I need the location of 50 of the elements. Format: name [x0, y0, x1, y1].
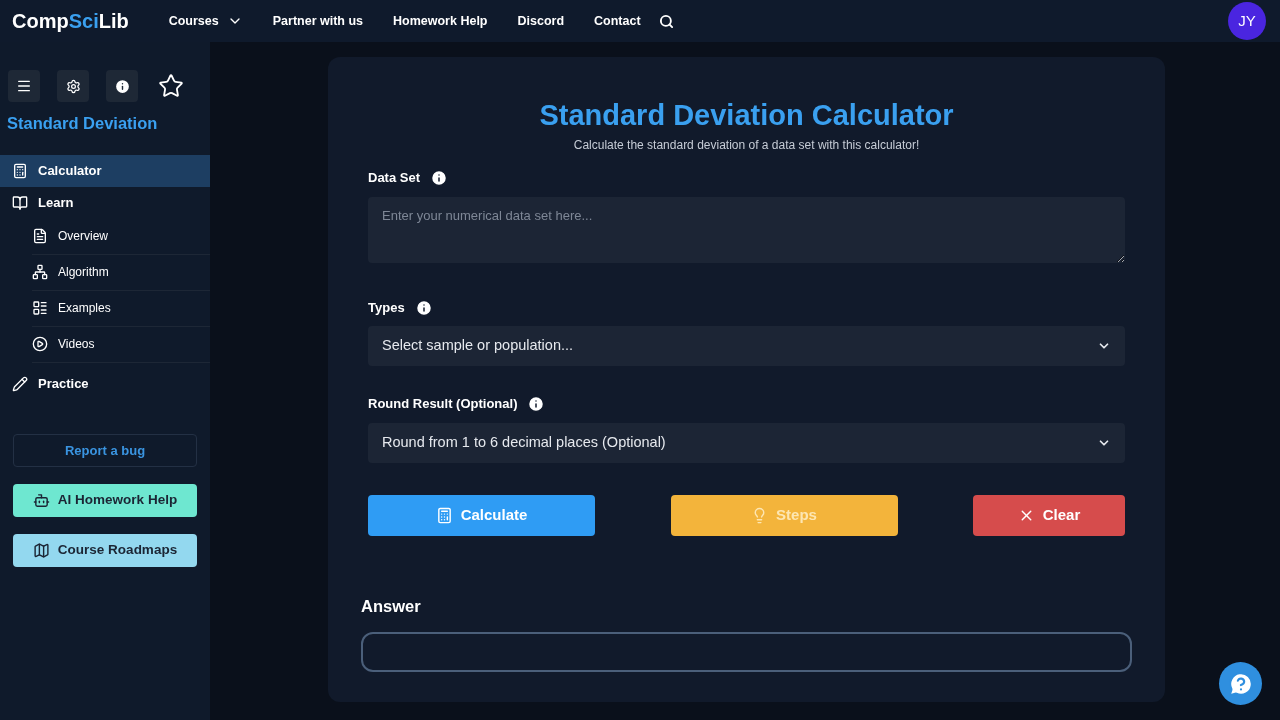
list-icon: [32, 300, 48, 317]
sidebar-subitem[interactable]: Algorithm: [32, 254, 210, 291]
hierarchy-icon: [32, 264, 48, 281]
field-label: Types: [368, 298, 405, 317]
star-icon: [158, 73, 184, 99]
menu-button[interactable]: [8, 70, 40, 102]
info-button[interactable]: [106, 70, 138, 102]
search-icon[interactable]: [658, 13, 674, 29]
select-field[interactable]: Round from 1 to 6 decimal places (Optional): [368, 422, 1125, 463]
pencil-icon: [12, 375, 28, 392]
info-icon: [113, 77, 131, 95]
calculator-subtitle: Calculate the standard deviation of a data set with this calculator!: [572, 137, 921, 155]
select-field[interactable]: Select sample or population...: [368, 326, 1125, 367]
robot-icon: [32, 491, 50, 509]
nav-link[interactable]: Courses: [168, 11, 243, 31]
sidebar-subitem[interactable]: Videos: [32, 326, 210, 363]
logo[interactable]: CompSciLib: [12, 6, 129, 36]
sidebar-action-button[interactable]: AI Homework Help: [13, 483, 197, 517]
calculator-icon: [12, 162, 28, 179]
sidebar-subitem[interactable]: Examples: [32, 290, 210, 327]
calculator-title: Standard Deviation Calculator: [538, 98, 955, 133]
document-icon: [32, 228, 48, 245]
info-icon[interactable]: [414, 298, 433, 317]
user-avatar[interactable]: JY: [1228, 2, 1266, 40]
field-label: Round Result (Optional): [368, 395, 518, 414]
settings-button[interactable]: [57, 70, 89, 102]
book-icon: [12, 194, 28, 211]
sidebar-item[interactable]: Calculator: [0, 154, 210, 187]
settings-icon: [65, 78, 81, 94]
help-button[interactable]: [1219, 662, 1262, 705]
menu-icon: [16, 78, 32, 94]
report-bug-button[interactable]: Report a bug: [13, 433, 197, 467]
info-icon[interactable]: [527, 395, 546, 413]
nav-link[interactable]: Contact: [594, 11, 641, 31]
play-icon: [32, 336, 48, 353]
action-button[interactable]: Clear: [973, 494, 1125, 536]
sidebar-title: Standard Deviation: [6, 113, 159, 134]
sidebar-item[interactable]: Learn: [0, 186, 210, 219]
field-label: Data Set: [368, 169, 421, 188]
data-set-field[interactable]: Enter your numerical data set here...: [368, 196, 1125, 263]
map-icon: [32, 541, 50, 559]
calculator-icon: [435, 506, 453, 524]
nav-link[interactable]: Homework Help: [393, 11, 488, 31]
nav-link[interactable]: Partner with us: [272, 11, 364, 31]
answer-label: Answer: [361, 595, 422, 617]
info-icon[interactable]: [430, 169, 449, 187]
nav-link[interactable]: Discord: [517, 11, 565, 31]
sidebar-action-button[interactable]: Course Roadmaps: [13, 533, 197, 567]
sidebar-subitem[interactable]: Overview: [32, 218, 210, 255]
sidebar-item[interactable]: Practice: [0, 367, 210, 400]
